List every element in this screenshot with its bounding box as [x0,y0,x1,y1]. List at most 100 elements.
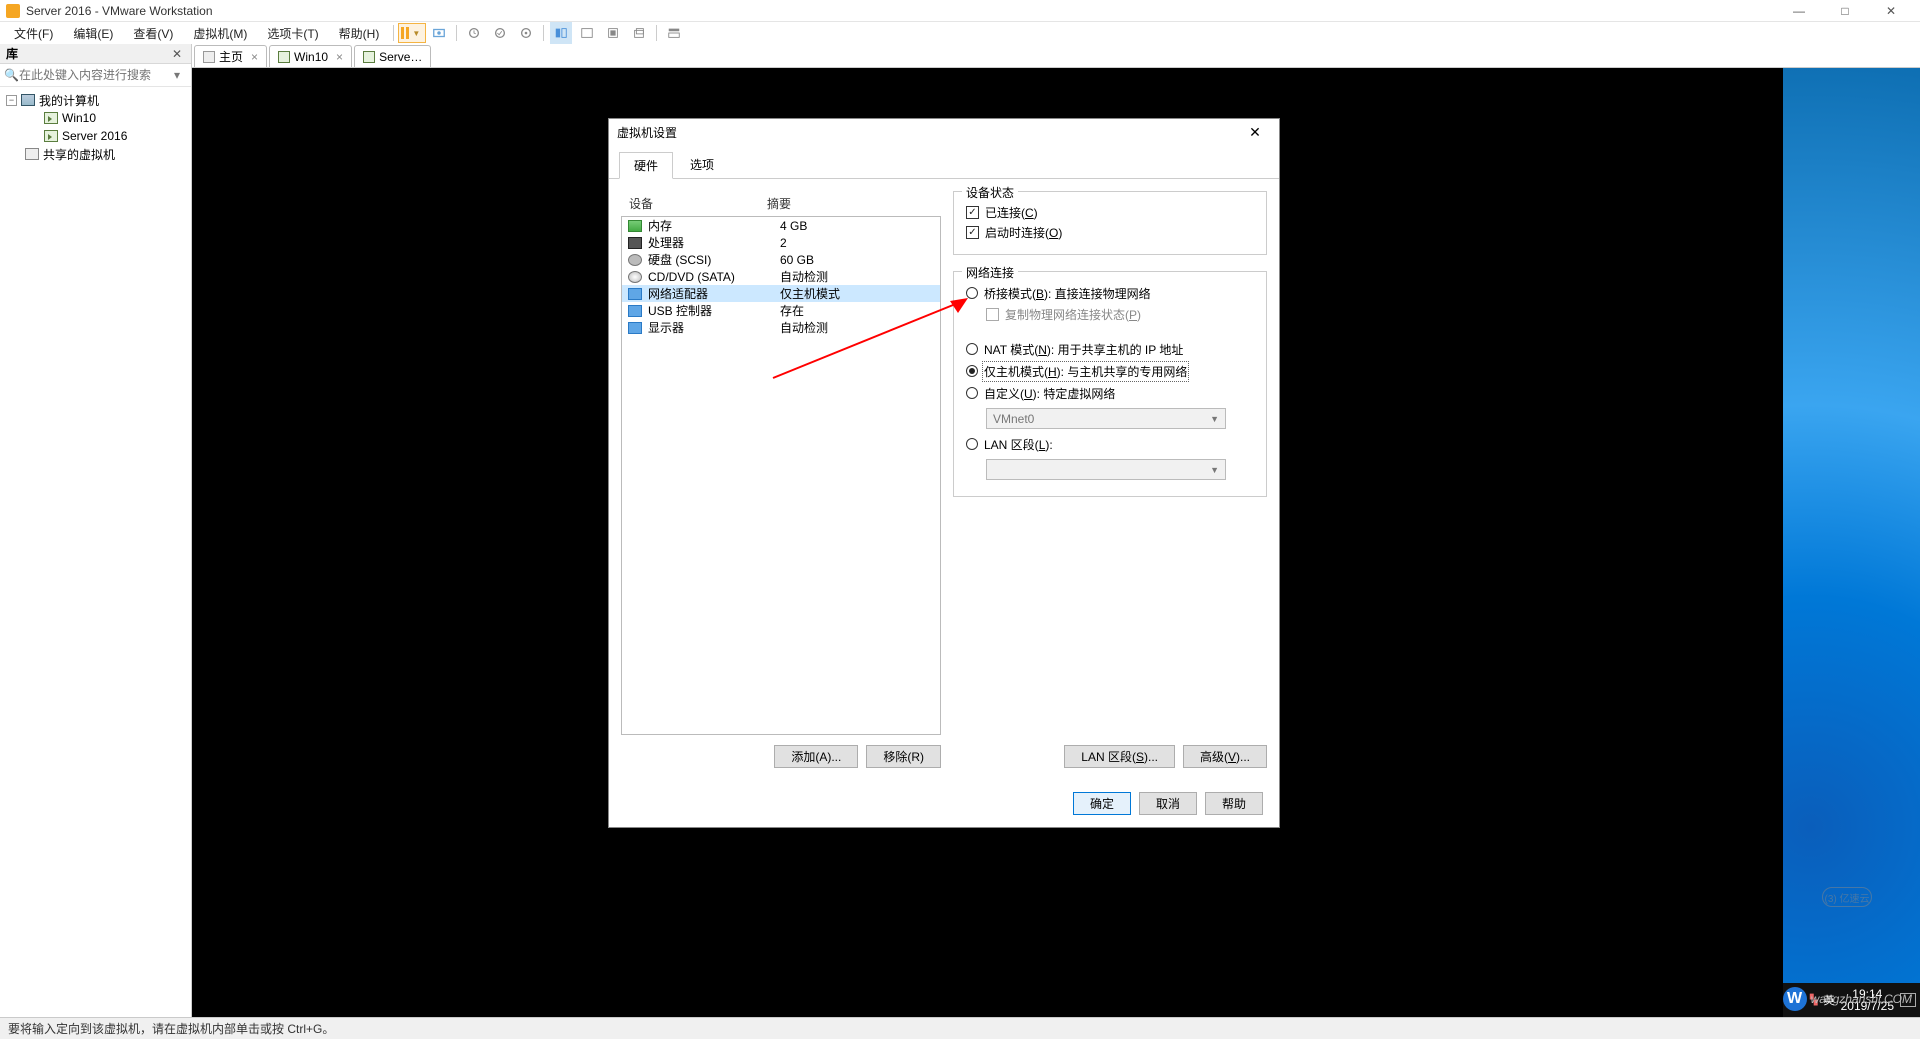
radio-label: 仅主机模式(H): 与主机共享的专用网络 [984,363,1187,380]
hardware-row[interactable]: 内存4 GB [622,217,940,234]
shared-icon [25,148,39,160]
ok-button[interactable]: 确定 [1073,792,1131,815]
power-button-group[interactable]: ▼ [398,23,426,43]
hardware-row[interactable]: CD/DVD (SATA)自动检测 [622,268,940,285]
statusbar-text: 要将输入定向到该虚拟机，请在虚拟机内部单击或按 Ctrl+G。 [8,1020,334,1037]
tree-node-win10[interactable]: Win10 [2,109,189,127]
tree-label: Server 2016 [62,129,127,143]
snapshot-icon[interactable] [463,22,485,44]
radio-icon [966,365,978,377]
dialog-title: 虚拟机设置 [617,124,1239,141]
manage-icon[interactable] [515,22,537,44]
radio-icon [966,287,978,299]
vm-icon [363,51,375,63]
menu-file[interactable]: 文件(F) [4,23,63,44]
tab-hardware[interactable]: 硬件 [619,152,673,179]
tab-options[interactable]: 选项 [675,151,729,178]
replicate-checkbox: 复制物理网络连接状态(P) [986,304,1254,324]
col-summary: 摘要 [767,195,791,212]
search-input[interactable] [19,68,174,82]
tree-label: 我的计算机 [39,92,99,109]
menu-help[interactable]: 帮助(H) [329,23,390,44]
lan-segment-radio[interactable]: LAN 区段(L): [966,433,1254,455]
cancel-button[interactable]: 取消 [1139,792,1197,815]
help-button[interactable]: 帮助 [1205,792,1263,815]
search-dropdown-icon[interactable]: ▾ [174,68,187,82]
hardware-list[interactable]: 内存4 GB处理器2硬盘 (SCSI)60 GBCD/DVD (SATA)自动检… [621,216,941,735]
close-button[interactable]: ✕ [1868,0,1914,22]
menu-vm[interactable]: 虚拟机(M) [183,23,257,44]
collapse-icon[interactable]: − [6,95,17,106]
remove-hardware-button[interactable]: 移除(R) [866,745,941,768]
device-summary: 2 [780,236,787,250]
menu-edit[interactable]: 编辑(E) [63,23,123,44]
connect-at-power-checkbox[interactable]: ✓ 启动时连接(O) [966,222,1254,242]
tab-home[interactable]: 主页 × [194,45,267,67]
device-summary: 4 GB [780,219,807,233]
device-state-group: 设备状态 ✓ 已连接(C) ✓ 启动时连接(O) [953,191,1267,255]
hardware-row[interactable]: 显示器自动检测 [622,319,940,336]
add-hardware-button[interactable]: 添加(A)... [774,745,858,768]
dropdown-icon: ▼ [1210,414,1219,424]
vm-viewport[interactable]: ▚ 英 19:14 2019/7/25 (3) 亿速云 虚拟机设置 ✕ 硬件 选… [192,68,1920,1017]
watermark-badge: W [1783,987,1807,1011]
device-icon [628,322,642,334]
checkbox-icon: ✓ [966,206,979,219]
tree-node-shared[interactable]: 共享的虚拟机 [2,145,189,163]
tree-node-server2016[interactable]: Server 2016 [2,127,189,145]
lan-segment-select: ▼ [986,459,1226,480]
host-only-radio[interactable]: 仅主机模式(H): 与主机共享的专用网络 [966,360,1254,382]
bridged-radio[interactable]: 桥接模式(B): 直接连接物理网络 [966,282,1254,304]
network-connection-group: 网络连接 桥接模式(B): 直接连接物理网络 复制物理网络连接状态(P) [953,271,1267,497]
search-icon: 🔍 [4,68,19,82]
dialog-close-button[interactable]: ✕ [1239,121,1271,143]
minimize-button[interactable]: — [1776,0,1822,22]
device-icon [628,305,642,317]
radio-icon [966,343,978,355]
tab-server2016[interactable]: Serve… [354,45,431,67]
device-icon [628,220,642,232]
statusbar: 要将输入定向到该虚拟机，请在虚拟机内部单击或按 Ctrl+G。 [0,1017,1920,1039]
hardware-row[interactable]: 硬盘 (SCSI)60 GB [622,251,940,268]
library-close-icon[interactable]: ✕ [169,47,185,61]
appliance-view-icon[interactable] [576,22,598,44]
device-summary: 自动检测 [780,268,828,285]
menubar: 文件(F) 编辑(E) 查看(V) 虚拟机(M) 选项卡(T) 帮助(H) ▼ [0,22,1920,44]
dropdown-icon: ▼ [1210,465,1219,475]
tab-close-icon[interactable]: × [251,50,258,64]
tab-label: Win10 [294,50,328,64]
hardware-row[interactable]: USB 控制器存在 [622,302,940,319]
tab-label: 主页 [219,48,243,65]
advanced-button[interactable]: 高级(V)... [1183,745,1267,768]
group-legend: 网络连接 [962,264,1018,281]
hardware-row[interactable]: 网络适配器仅主机模式 [622,285,940,302]
unity-icon[interactable] [628,22,650,44]
pause-icon [401,27,409,39]
separator [393,25,394,41]
watermark-logo: W wangzhanshi.COM [1783,987,1912,1011]
tree-node-my-computer[interactable]: − 我的计算机 [2,91,189,109]
thumbnail-icon[interactable] [550,22,572,44]
library-icon[interactable] [663,22,685,44]
library-tree: − 我的计算机 Win10 Server 2016 共享的虚拟机 [0,87,191,167]
connected-checkbox[interactable]: ✓ 已连接(C) [966,202,1254,222]
device-icon [628,237,642,249]
separator [543,25,544,41]
nat-radio[interactable]: NAT 模式(N): 用于共享主机的 IP 地址 [966,338,1254,360]
fullscreen-icon[interactable] [602,22,624,44]
revert-icon[interactable] [489,22,511,44]
hardware-row[interactable]: 处理器2 [622,234,940,251]
lan-segments-button[interactable]: LAN 区段(S)... [1064,745,1175,768]
custom-radio[interactable]: 自定义(U): 特定虚拟网络 [966,382,1254,404]
tab-close-icon[interactable]: × [336,50,343,64]
library-title: 库 [6,45,169,62]
menu-tabs[interactable]: 选项卡(T) [257,23,328,44]
maximize-button[interactable]: □ [1822,0,1868,22]
computer-icon [21,94,35,106]
menu-view[interactable]: 查看(V) [123,23,183,44]
snapshot-icon[interactable] [428,22,450,44]
tab-win10[interactable]: Win10 × [269,45,352,67]
device-name: USB 控制器 [648,302,774,319]
hardware-list-panel: 设备 摘要 内存4 GB处理器2硬盘 (SCSI)60 GBCD/DVD (SA… [621,191,941,768]
library-header: 库 ✕ [0,44,191,64]
